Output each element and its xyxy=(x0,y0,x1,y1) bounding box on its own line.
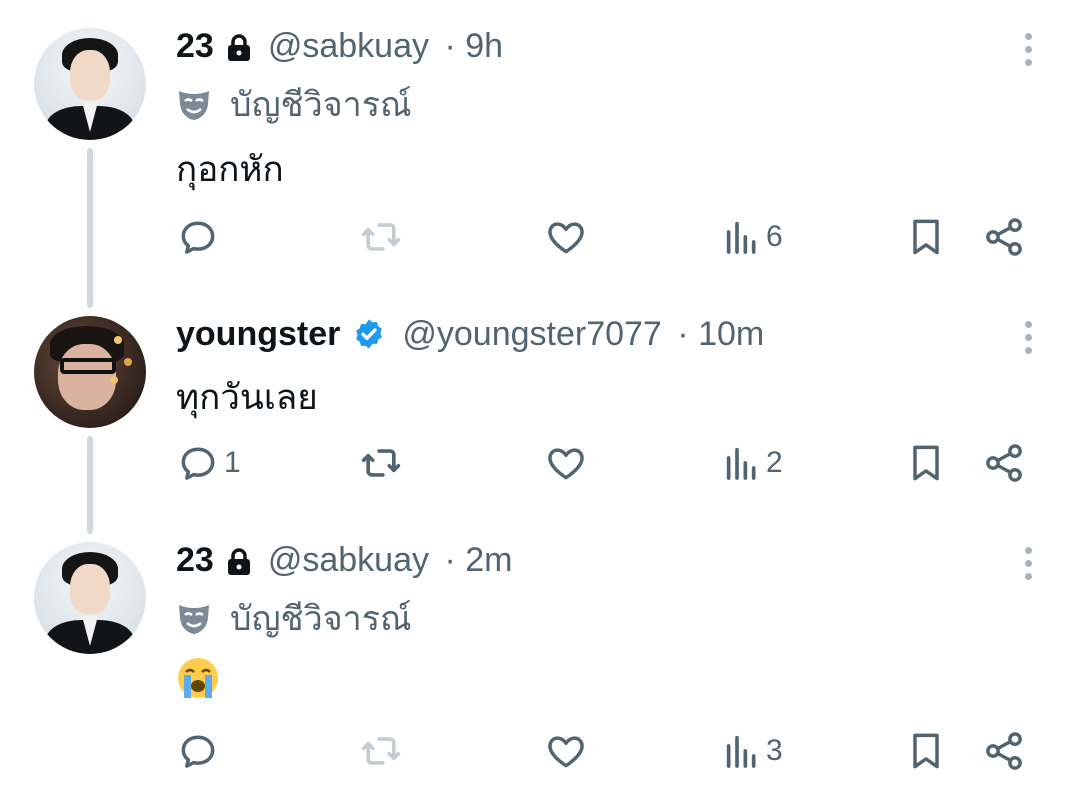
avatar[interactable] xyxy=(34,542,146,654)
reply-count: 1 xyxy=(224,446,241,479)
display-name[interactable]: 23 xyxy=(176,541,214,580)
reply-button[interactable] xyxy=(176,212,224,262)
bookmark-icon xyxy=(913,733,939,769)
share-icon xyxy=(986,732,1022,770)
view-count: 2 xyxy=(766,446,783,479)
separator: · xyxy=(677,314,699,353)
mask-icon xyxy=(179,91,209,120)
display-name[interactable]: 23 xyxy=(176,27,214,66)
reply-icon xyxy=(181,221,215,254)
avatar[interactable] xyxy=(34,28,146,140)
verified-icon xyxy=(352,317,386,351)
bookmark-button[interactable] xyxy=(904,438,948,488)
crying-emoji-icon xyxy=(178,658,218,698)
lock-icon xyxy=(226,546,252,575)
account-label: บัญชีวิจารณ์ xyxy=(230,600,412,638)
like-icon xyxy=(548,222,584,254)
like-button[interactable] xyxy=(544,212,588,262)
like-button[interactable] xyxy=(544,726,588,776)
tweet-text: ทุกวันเลย xyxy=(176,378,318,417)
view-count: 6 xyxy=(766,220,783,253)
timestamp[interactable]: 10m xyxy=(698,315,764,353)
more-icon[interactable] xyxy=(1022,33,1034,66)
like-button[interactable] xyxy=(544,438,588,488)
retweet-icon xyxy=(361,223,401,251)
timestamp[interactable]: 2m xyxy=(465,541,512,579)
bookmark-button[interactable] xyxy=(904,212,948,262)
bookmark-button[interactable] xyxy=(904,726,948,776)
avatar[interactable] xyxy=(34,316,146,428)
like-icon xyxy=(548,448,584,480)
views-button[interactable]: 3 xyxy=(722,726,783,776)
retweet-button[interactable] xyxy=(358,438,404,488)
retweet-button[interactable] xyxy=(358,212,404,262)
share-button[interactable] xyxy=(982,212,1026,262)
reply-icon xyxy=(181,735,215,768)
reply-button[interactable]: 1 xyxy=(176,438,241,488)
mask-icon xyxy=(179,605,209,634)
views-button[interactable]: 6 xyxy=(722,212,783,262)
retweet-icon xyxy=(361,449,401,477)
handle[interactable]: @sabkuay xyxy=(268,541,429,579)
share-button[interactable] xyxy=(982,726,1026,776)
share-icon xyxy=(986,218,1022,256)
views-button[interactable]: 2 xyxy=(722,438,783,488)
bookmark-icon xyxy=(913,445,939,481)
timestamp[interactable]: 9h xyxy=(465,27,503,65)
like-icon xyxy=(548,736,584,768)
views-icon xyxy=(726,447,756,480)
share-button[interactable] xyxy=(982,438,1026,488)
views-icon xyxy=(726,735,756,768)
more-icon[interactable] xyxy=(1022,321,1034,354)
reply-button[interactable] xyxy=(176,726,224,776)
retweet-icon xyxy=(361,737,401,765)
handle[interactable]: @youngster7077 xyxy=(402,315,661,353)
lock-icon xyxy=(226,32,252,61)
more-icon[interactable] xyxy=(1022,547,1034,580)
display-name[interactable]: youngster xyxy=(176,315,340,354)
retweet-button[interactable] xyxy=(358,726,404,776)
views-icon xyxy=(726,221,756,254)
handle[interactable]: @sabkuay xyxy=(268,27,429,65)
tweet-text: กุอกหัก xyxy=(176,150,284,189)
bookmark-icon xyxy=(913,219,939,255)
view-count: 3 xyxy=(766,734,783,767)
separator: · xyxy=(444,26,466,65)
share-icon xyxy=(986,444,1022,482)
reply-icon xyxy=(181,447,215,480)
separator: · xyxy=(444,540,466,579)
account-label: บัญชีวิจารณ์ xyxy=(230,86,412,124)
